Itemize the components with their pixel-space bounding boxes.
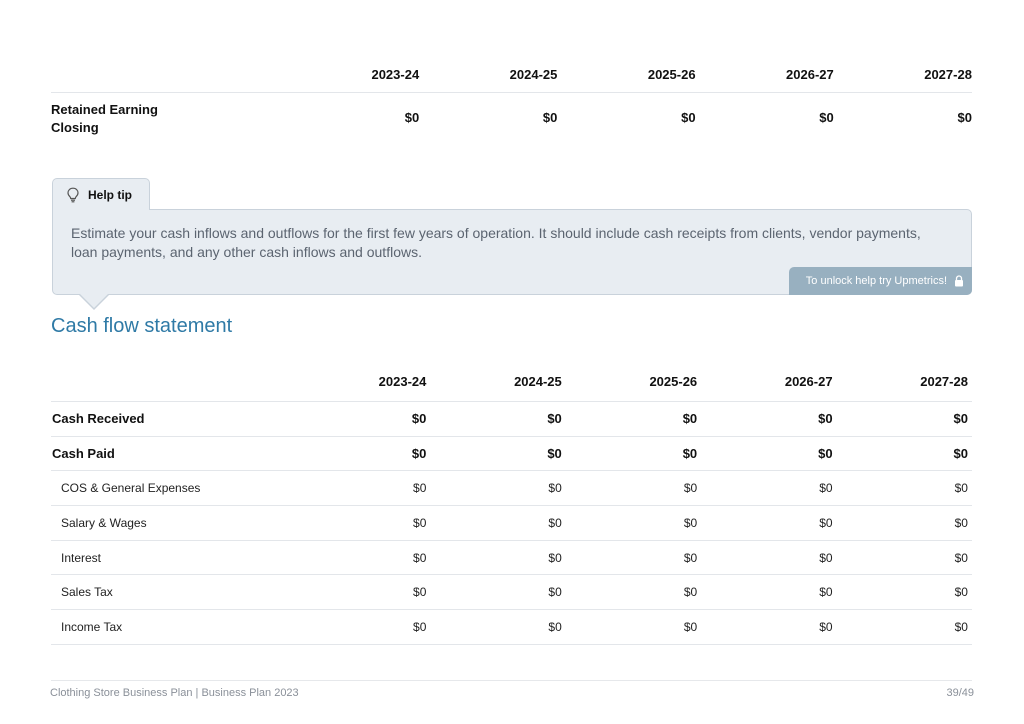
cell-value: $0: [818, 446, 833, 462]
cell-value: $0: [682, 446, 698, 462]
cell-value: $0: [411, 411, 427, 427]
cell-value: $0: [819, 585, 833, 600]
year-header: 2026-27: [786, 66, 834, 82]
year-header: 2027-28: [924, 66, 972, 82]
row-label: Income Tax: [61, 619, 123, 634]
cell-value: $0: [548, 585, 562, 600]
table-row: COS & General Expenses $0 $0 $0 $0 $0: [51, 471, 972, 507]
retained-earnings-table: 2023-24 2024-25 2025-26 2026-27 2027-28 …: [51, 56, 972, 145]
cell-value: $0: [413, 550, 427, 565]
row-label: Interest: [61, 550, 102, 565]
cell-value: $0: [413, 481, 427, 496]
cell-value: $0: [413, 619, 427, 634]
row-label: Cash Paid: [52, 446, 115, 462]
help-tip-tab[interactable]: Help tip: [52, 178, 150, 210]
cell-value: $0: [548, 481, 562, 496]
table-row: Sales Tax $0 $0 $0 $0 $0: [51, 575, 972, 611]
table-header-row: 2023-24 2024-25 2025-26 2026-27 2027-28: [51, 56, 972, 93]
document-page: 2023-24 2024-25 2025-26 2026-27 2027-28 …: [0, 0, 1024, 724]
table-row: Income Tax $0 $0 $0 $0 $0: [51, 610, 972, 645]
year-header: 2023-24: [378, 374, 427, 389]
row-label: Salary & Wages: [61, 515, 147, 530]
unlock-help-text: To unlock help try Upmetrics!: [805, 275, 947, 287]
cell-value: $0: [547, 446, 562, 462]
cell-value: $0: [547, 411, 562, 427]
table-row: Cash Received $0 $0 $0 $0 $0: [51, 402, 972, 437]
year-header: 2026-27: [784, 374, 833, 389]
table-row: Interest $0 $0 $0 $0 $0: [51, 541, 972, 576]
cell-value: $0: [954, 515, 968, 530]
help-tip-box: Estimate your cash inflows and outflows …: [52, 209, 972, 295]
cell-value: $0: [683, 481, 698, 496]
year-header: 2024-25: [514, 374, 562, 389]
cell-value: $0: [819, 515, 833, 530]
table-row: Salary & Wages $0 $0 $0 $0 $0: [51, 506, 972, 541]
year-header: 2025-26: [649, 374, 698, 389]
help-tip-pointer: [80, 294, 108, 308]
cell-value: $0: [818, 411, 833, 427]
footer-document-title: Clothing Store Business Plan | Business …: [50, 687, 299, 699]
cell-value: $0: [413, 585, 427, 600]
cell-value: $0: [819, 481, 833, 496]
page-number: 39/49: [946, 687, 974, 699]
cell-value: $0: [682, 411, 698, 427]
cell-value: $0: [542, 109, 558, 125]
cell-value: $0: [819, 550, 833, 565]
cell-value: $0: [819, 619, 833, 634]
cell-value: $0: [819, 109, 834, 125]
cell-value: $0: [957, 109, 972, 125]
row-label: Retained Earning Closing: [51, 101, 281, 137]
year-header: 2023-24: [371, 66, 420, 82]
table-header-row: 2023-24 2024-25 2025-26 2026-27 2027-28: [51, 362, 972, 402]
row-label-text: Retained Earning Closing: [51, 102, 158, 135]
cell-value: $0: [683, 619, 698, 634]
cell-value: $0: [954, 619, 968, 634]
cell-value: $0: [954, 585, 968, 600]
cell-value: $0: [548, 515, 562, 530]
cell-value: $0: [404, 109, 420, 125]
cell-value: $0: [681, 109, 696, 125]
cell-value: $0: [953, 411, 968, 427]
help-tip-text: Estimate your cash inflows and outflows …: [71, 225, 921, 260]
table-row: Cash Paid $0 $0 $0 $0 $0: [51, 437, 972, 472]
cell-value: $0: [683, 515, 698, 530]
year-header: 2025-26: [647, 66, 696, 82]
cash-flow-table: 2023-24 2024-25 2025-26 2026-27 2027-28 …: [51, 362, 972, 645]
cell-value: $0: [683, 550, 698, 565]
cell-value: $0: [954, 550, 968, 565]
help-tip-label: Help tip: [88, 187, 132, 202]
cell-value: $0: [548, 550, 562, 565]
table-row: Retained Earning Closing $0 $0 $0 $0 $0: [51, 93, 972, 145]
cell-value: $0: [411, 446, 427, 462]
cell-value: $0: [953, 446, 968, 462]
unlock-help-button[interactable]: To unlock help try Upmetrics!: [789, 267, 972, 295]
cell-value: $0: [954, 481, 968, 496]
year-header: 2027-28: [920, 374, 968, 389]
row-label: Sales Tax: [61, 585, 113, 600]
cell-value: $0: [548, 619, 562, 634]
cell-value: $0: [683, 585, 698, 600]
lock-icon: [954, 275, 964, 287]
footer-divider: [51, 680, 972, 681]
section-title: Cash flow statement: [51, 315, 233, 337]
row-label: COS & General Expenses: [61, 481, 201, 496]
year-header: 2024-25: [509, 66, 558, 82]
row-label: Cash Received: [52, 411, 145, 427]
lightbulb-icon: [66, 187, 80, 203]
cell-value: $0: [413, 515, 427, 530]
